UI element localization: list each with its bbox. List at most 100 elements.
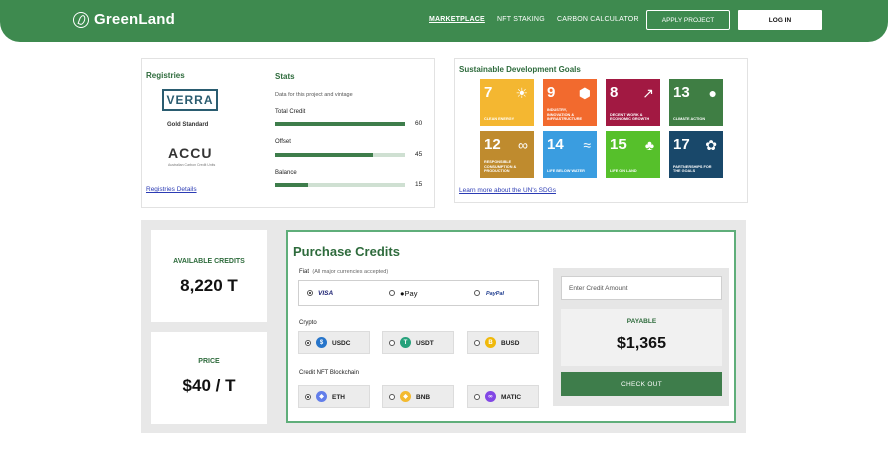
sdg-tile-text: RESPONSIBLE CONSUMPTION & PRODUCTION [484,160,517,174]
paypal-logo: PayPal [486,291,505,297]
matic-icon: ∞ [485,391,496,402]
available-credits-value: 8,220 T [180,276,238,295]
credit-amount-input[interactable] [561,276,722,300]
sdg-tile-13[interactable]: 13 ● CLIMATE ACTION [669,79,723,126]
usdt-radio[interactable] [389,340,395,346]
apple-pay-radio[interactable] [389,290,395,296]
sdg-tile-text: CLEAN ENERGY [484,117,515,122]
stat-offset-bar [275,153,405,157]
fiat-label-text: Fiat [299,269,310,275]
crypto-label: Crypto [299,320,317,326]
stat-balance-value: 15 [415,181,423,188]
usdc-radio[interactable] [305,340,311,346]
sdg-tile-number: 13 [673,84,690,101]
fish-icon: ≈ [583,137,591,153]
bnb-icon: ◆ [400,391,411,402]
payable-value: $1,365 [617,335,666,352]
sdg-learn-more-link[interactable]: Learn more about the UN's SDGs [459,187,556,194]
price-value: $40 / T [182,376,236,395]
payable-label: PAYABLE [626,318,657,325]
available-credits-label: AVAILABLE CREDITS [173,258,245,265]
nft-option-matic[interactable]: ∞ MATIC [467,385,539,408]
purchase-credits-title: Purchase Credits [293,244,400,259]
usdc-icon: $ [316,337,327,348]
busd-radio[interactable] [474,340,480,346]
gold-standard-logo: Gold Standard [167,122,209,128]
stat-offset-value: 45 [415,151,423,158]
stat-total-credit-fill [275,122,405,126]
crypto-option-usdc[interactable]: $ USDC [298,331,370,354]
paypal-radio[interactable] [474,290,480,296]
visa-radio[interactable] [307,290,313,296]
apply-project-button[interactable]: APPLY PROJECT [646,10,730,30]
globe-icon: ● [708,85,717,101]
nft-option-bnb[interactable]: ◆ BNB [382,385,454,408]
available-credits-box: AVAILABLE CREDITS 8,220 T [151,230,267,322]
sdg-card: Sustainable Development Goals 7 ☀ CLEAN … [454,58,748,203]
eth-icon: ◆ [316,391,327,402]
matic-radio[interactable] [474,394,480,400]
sdg-tile-text: CLIMATE ACTION [673,117,706,122]
sdg-tile-text: DECENT WORK & ECONOMIC GROWTH [610,112,650,122]
bnb-radio[interactable] [389,394,395,400]
matic-label: MATIC [501,394,522,401]
sdg-tile-number: 15 [610,136,627,153]
eth-radio[interactable] [305,394,311,400]
tree-icon: ♣ [644,137,654,153]
registries-details-link[interactable]: Registries Details [146,186,197,193]
stat-total-credit-label: Total Credit [275,109,306,115]
sdg-tile-text: PARTNERSHIPS FOR THE GOALS [673,164,712,174]
cubes-icon: ⬢ [578,85,591,101]
checkout-button[interactable]: CHECK OUT [561,372,722,396]
nav-link-nft-staking[interactable]: NFT STAKING [497,16,545,23]
stat-balance-label: Balance [275,170,297,176]
apple-pay-logo: ●Pay [400,289,417,298]
apple-pay-text: Pay [404,289,418,298]
sdg-tile-number: 12 [484,136,501,153]
growth-icon: ↗ [642,85,654,101]
sdg-tile-number: 14 [547,136,564,153]
crypto-option-usdt[interactable]: T USDT [382,331,454,354]
stat-total-credit-value: 60 [415,120,423,127]
brand-logo[interactable]: GreenLand [73,11,175,28]
brand-name: GreenLand [94,11,175,28]
usdc-label: USDC [332,340,351,347]
price-label: PRICE [198,358,220,365]
sdg-tile-12[interactable]: 12 ∞ RESPONSIBLE CONSUMPTION & PRODUCTIO… [480,131,534,178]
verra-logo: VERRA [162,89,218,111]
sdg-tile-17[interactable]: 17 ✿ PARTNERSHIPS FOR THE GOALS [669,131,723,178]
stat-balance-bar [275,183,405,187]
visa-logo: VISA [318,290,334,297]
usdt-icon: T [400,337,411,348]
sdg-tile-15[interactable]: 15 ♣ LIFE ON LAND [606,131,660,178]
fiat-options: VISA ●Pay PayPal [298,280,539,306]
accu-logo: ACCU [168,145,213,161]
nav-link-carbon-calculator[interactable]: CARBON CALCULATOR [557,16,639,23]
registries-title: Registries [146,71,185,80]
busd-label: BUSD [501,340,520,347]
busd-icon: B [485,337,496,348]
sdg-tile-text: INDUSTRY, INNOVATION & INFRASTRUCTURE [547,108,583,122]
nft-option-eth[interactable]: ◆ ETH [298,385,370,408]
sdg-tile-14[interactable]: 14 ≈ LIFE BELOW WATER [543,131,597,178]
crypto-option-busd[interactable]: B BUSD [467,331,539,354]
eth-label: ETH [332,394,345,401]
sdg-tile-7[interactable]: 7 ☀ CLEAN ENERGY [480,79,534,126]
sdg-tile-8[interactable]: 8 ↗ DECENT WORK & ECONOMIC GROWTH [606,79,660,126]
sdg-tile-9[interactable]: 9 ⬢ INDUSTRY, INNOVATION & INFRASTRUCTUR… [543,79,597,126]
nav-link-marketplace[interactable]: MARKETPLACE [429,16,485,23]
stat-offset-fill [275,153,373,157]
purchase-credits-panel: Purchase Credits Fiat (All major currenc… [286,230,736,423]
stat-balance-fill [275,183,308,187]
flower-icon: ✿ [705,137,717,153]
infinity-icon: ∞ [518,137,528,153]
fiat-sublabel: (All major currencies accepted) [312,269,389,275]
stats-title: Stats [275,72,295,81]
login-button[interactable]: LOG IN [738,10,822,30]
stats-subtitle: Data for this project and vintage [275,92,353,98]
stat-total-credit-bar [275,122,405,126]
bnb-label: BNB [416,394,431,401]
leaf-icon [73,11,89,28]
sdg-tile-text: LIFE ON LAND [610,169,637,174]
fiat-label: Fiat (All major currencies accepted) [299,269,388,275]
